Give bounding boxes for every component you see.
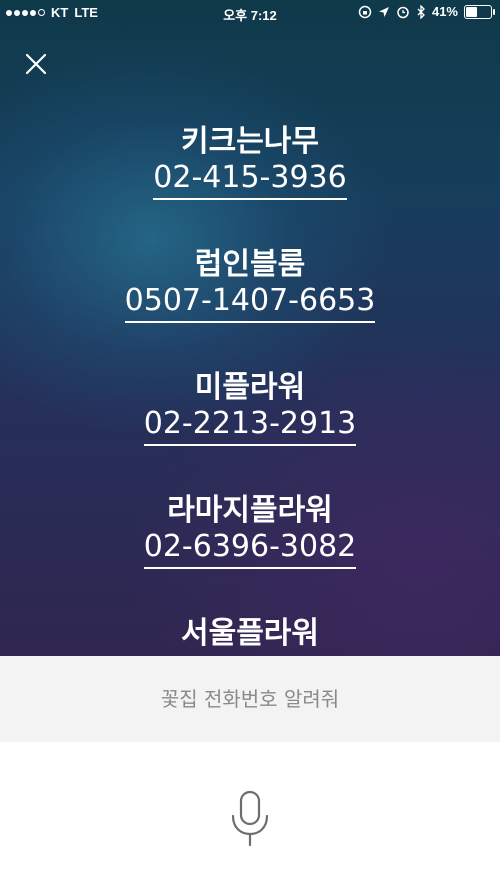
- status-right: 41%: [358, 4, 495, 19]
- microphone-icon[interactable]: [229, 790, 271, 848]
- battery-icon: [464, 4, 495, 19]
- rotation-lock-icon: [358, 5, 372, 18]
- shop-name: 키크는나무: [181, 124, 319, 159]
- voice-input-area: [0, 742, 500, 888]
- results-panel: KT LTE 오후 7:12 41% 키크는나무 02-415-3936 럽인블…: [0, 0, 500, 656]
- phone-link[interactable]: 02-2213-2913: [143, 406, 357, 446]
- phone-link[interactable]: 02-415-3936: [153, 160, 347, 200]
- phone-link[interactable]: 02-6396-3082: [143, 529, 357, 569]
- location-icon: [378, 6, 389, 17]
- result-item: 럽인블룸 0507-1407-6653: [0, 247, 500, 323]
- battery-fill: [466, 6, 477, 17]
- shop-name: 미플라워: [194, 370, 306, 405]
- shop-name: 라마지플라워: [167, 493, 333, 528]
- result-item: 키크는나무 02-415-3936: [0, 124, 500, 200]
- phone-link[interactable]: 0507-1407-6653: [124, 283, 376, 323]
- result-item: 서울플라워: [0, 616, 500, 652]
- shop-name: 럽인블룸: [194, 247, 306, 282]
- close-icon[interactable]: [22, 50, 50, 78]
- query-text: 꽃집 전화번호 알려줘: [0, 656, 500, 742]
- result-item: 라마지플라워 02-6396-3082: [0, 493, 500, 569]
- bluetooth-icon: [417, 4, 425, 19]
- result-item: 미플라워 02-2213-2913: [0, 370, 500, 446]
- shop-name: 서울플라워: [181, 616, 319, 651]
- status-bar: KT LTE 오후 7:12 41%: [0, 0, 500, 26]
- battery-percent: 41%: [431, 4, 458, 19]
- alarm-icon: [397, 6, 409, 18]
